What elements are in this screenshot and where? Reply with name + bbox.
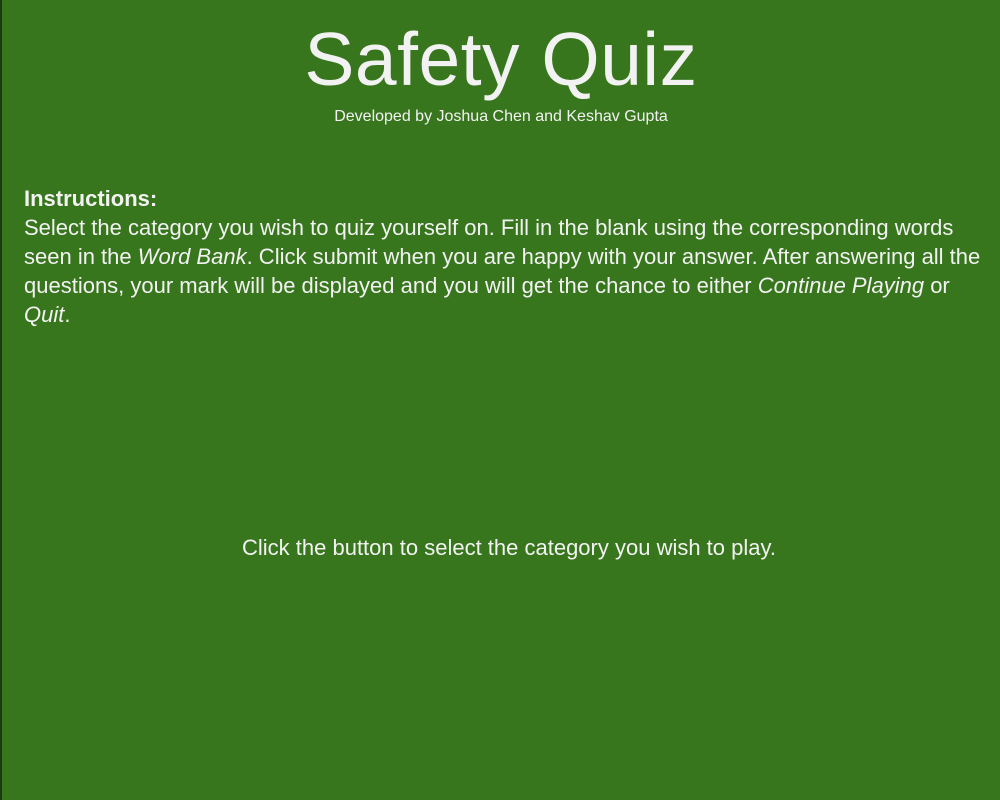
quiz-screen: Safety Quiz Developed by Joshua Chen and… [2,0,1000,800]
continue-playing-term: Continue Playing [757,273,925,298]
instructions-text-part-3: or [924,273,950,298]
category-selection-prompt: Click the button to select the category … [242,535,776,560]
page-title: Safety Quiz [304,17,698,101]
instructions-text-part-4: . [64,302,71,327]
quit-term: Quit [24,302,65,327]
instructions-block: Instructions: Select the category you wi… [24,184,984,329]
word-bank-term: Word Bank [137,244,247,269]
instructions-heading: Instructions: [24,186,158,211]
developer-credit: Developed by Joshua Chen and Keshav Gupt… [334,108,668,125]
